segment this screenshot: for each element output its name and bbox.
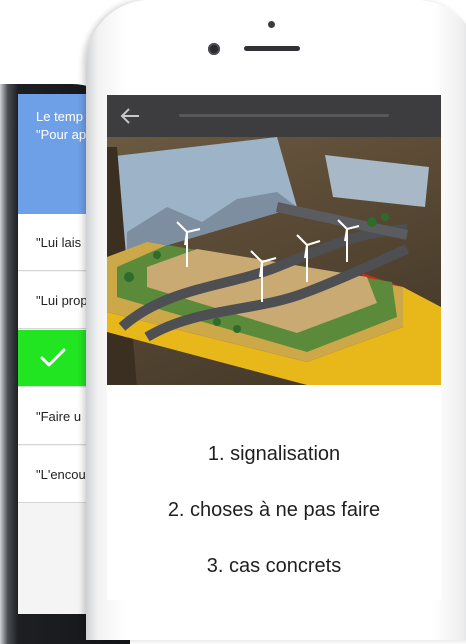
proximity-sensor xyxy=(268,21,275,28)
app-bar xyxy=(107,95,441,137)
hero-image xyxy=(107,137,441,385)
answer-label: "Lui prop xyxy=(36,292,88,308)
earpiece-speaker xyxy=(244,46,300,51)
road-diorama-illustration xyxy=(107,137,441,385)
list-item-choses-a-ne-pas-faire[interactable]: 2. choses à ne pas faire xyxy=(107,499,441,522)
answer-label: "Lui lais xyxy=(36,234,82,250)
list-item-cas-concrets[interactable]: 3. cas concrets xyxy=(107,555,441,578)
answer-label: "L'encou xyxy=(36,466,86,482)
front-camera xyxy=(208,43,220,55)
arrow-left-icon[interactable] xyxy=(119,105,141,127)
front-phone-screen: 1. signalisation 2. choses à ne pas fair… xyxy=(107,95,441,600)
answer-label: "Faire u xyxy=(36,408,82,424)
checkmark-icon xyxy=(40,348,66,367)
list-item-signalisation[interactable]: 1. signalisation xyxy=(107,443,441,466)
title-placeholder xyxy=(179,114,389,117)
